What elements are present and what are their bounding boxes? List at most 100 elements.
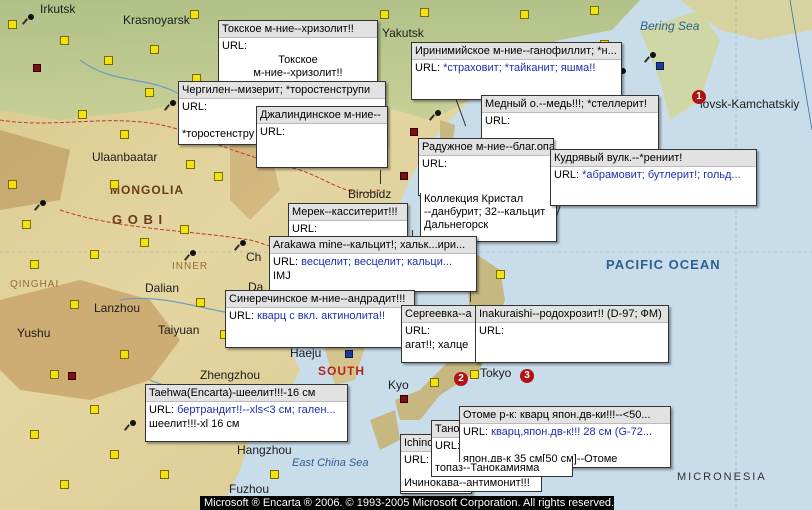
popup-url-row: URL: (482, 113, 658, 129)
url-value[interactable]: *страховит; *тайканит; яшма!! (443, 62, 595, 74)
mineral-marker[interactable] (30, 430, 39, 439)
url-label: URL: (404, 454, 430, 466)
popup-sergeevka[interactable]: Сергеевка--а URL: агат!!; халце (401, 305, 479, 363)
mineral-marker[interactable] (145, 88, 154, 97)
place-pacific-ocean: PACIFIC OCEAN (606, 257, 721, 272)
place-kamchatsky: lovsk-Kamchatskiy (700, 97, 800, 111)
url-value[interactable]: весцелит; весцелит; кальци... (301, 256, 452, 268)
mineral-marker[interactable] (380, 10, 389, 19)
mineral-marker[interactable] (110, 180, 119, 189)
mineral-marker[interactable] (60, 36, 69, 45)
map-pin[interactable] (190, 250, 196, 256)
map-pin[interactable] (130, 420, 136, 426)
mineral-marker[interactable] (140, 238, 149, 247)
mineral-marker[interactable] (590, 6, 599, 15)
map-pin[interactable] (40, 200, 46, 206)
url-label: URL: (405, 325, 431, 337)
map-pin[interactable] (170, 100, 176, 106)
mineral-marker[interactable] (22, 220, 31, 229)
mineral-marker[interactable] (110, 450, 119, 459)
popup-body-line: шеелит!!!-xl 16 см (149, 418, 240, 430)
map-pin[interactable] (28, 14, 34, 20)
number-marker[interactable]: 1 (692, 90, 706, 104)
popup-raduzhnoe[interactable]: Радужное м-ние--благ.опал! URL: (418, 138, 554, 196)
popup-url-row: URL: (476, 323, 668, 339)
mineral-marker[interactable] (186, 160, 195, 169)
mineral-marker[interactable] (150, 45, 159, 54)
mineral-marker[interactable] (270, 470, 279, 479)
popup-inakuraishi[interactable]: Inakuraishi--родохрозит!! (D-97; ФМ) URL… (475, 305, 669, 363)
url-value[interactable]: кварц,япон.дв-к!!! 28 см (G-72... (491, 426, 652, 438)
mineral-marker[interactable] (30, 260, 39, 269)
mineral-marker[interactable] (430, 378, 439, 387)
popup-merek[interactable]: Мерек--касситерит!!! URL: (288, 203, 408, 237)
mineral-marker[interactable] (8, 20, 17, 29)
popup-body-line: Коллекция Кристал (424, 193, 524, 205)
popup-body-line: Токское (278, 54, 318, 66)
popup-url-row: URL: (257, 124, 387, 140)
popup-body-line: IMJ (273, 270, 291, 282)
mineral-marker[interactable] (60, 480, 69, 489)
city-marker (345, 350, 353, 358)
mineral-marker[interactable] (120, 350, 129, 359)
map-pin[interactable] (240, 240, 246, 246)
mineral-marker[interactable] (8, 180, 17, 189)
mineral-marker[interactable] (78, 110, 87, 119)
mineral-marker[interactable] (470, 370, 479, 379)
popup-arakawa[interactable]: Arakawa mine--кальцит!; хальк...ири... U… (269, 236, 477, 292)
map-pin[interactable] (650, 52, 656, 58)
url-label: URL: (273, 256, 299, 268)
url-label: URL: (260, 126, 286, 138)
mineral-marker[interactable] (196, 298, 205, 307)
popup-body-line (460, 440, 670, 453)
popup-dzhalindinskoe[interactable]: Джалиндинское м-ние-- URL: (256, 106, 388, 168)
popup-title: Кудрявый вулк.--*рениит! (551, 150, 756, 167)
mineral-marker[interactable] (496, 270, 505, 279)
place-ch: Ch (246, 250, 262, 264)
popup-tail (380, 170, 381, 184)
popup-otome[interactable]: Отоме р-к: кварц япон.дв-ки!!!--<50... U… (459, 406, 671, 468)
popup-kollektsiya[interactable]: Коллекция Кристал --данбурит; 32--кальци… (420, 193, 557, 242)
place-fuzhou: Fuzhou (229, 482, 270, 496)
number-marker[interactable]: 2 (454, 372, 468, 386)
mineral-marker[interactable] (90, 250, 99, 259)
place-yushu: Yushu (17, 326, 51, 340)
popup-taehwa[interactable]: Taehwa(Encarta)-шеелит!!!-16 см URL: бер… (145, 384, 348, 442)
city-marker (656, 62, 664, 70)
mineral-marker[interactable] (160, 470, 169, 479)
popup-title: Иринимийское м-ние--ганофиллит; *н... (412, 43, 621, 60)
number-marker[interactable]: 3 (520, 369, 534, 383)
city-marker (33, 64, 41, 72)
mineral-marker[interactable] (104, 56, 113, 65)
popup-sinerechenskoe[interactable]: Синеречинское м-ние--андрадит!!! URL: кв… (225, 290, 415, 348)
copyright-bar: Microsoft ® Encarta ® 2006. © 1993-2005 … (200, 496, 614, 510)
mineral-marker[interactable] (180, 225, 189, 234)
mineral-marker[interactable] (70, 300, 79, 309)
mineral-marker[interactable] (214, 172, 223, 181)
url-label: URL: (463, 426, 489, 438)
popup-body-line: --данбурит; 32--кальцит (424, 206, 546, 218)
popup-irinimiyskoe[interactable]: Иринимийское м-ние--ганофиллит; *н... UR… (411, 42, 622, 100)
popup-url-row: URL: *страховит; *тайканит; яшма!! (412, 60, 621, 76)
url-label: URL: (182, 101, 208, 113)
mineral-marker[interactable] (520, 10, 529, 19)
popup-body-line: Дальнегорск (424, 219, 489, 231)
mineral-marker[interactable] (50, 370, 59, 379)
map-pin[interactable] (435, 110, 441, 116)
mineral-marker[interactable] (90, 405, 99, 414)
popup-title: Токское м-ние--хризолит!! (219, 21, 377, 38)
url-value[interactable]: *абрамовит; бутлерит!; гольд... (582, 169, 741, 181)
mineral-marker[interactable] (420, 8, 429, 17)
url-label: URL: (229, 310, 255, 322)
popup-body-line: м-ние--хризолит!! (253, 67, 343, 79)
mineral-marker[interactable] (190, 10, 199, 19)
popup-kudryavy[interactable]: Кудрявый вулк.--*рениит! URL: *абрамовит… (550, 149, 757, 206)
url-label: URL: (485, 115, 511, 127)
place-ulaanbaatar: Ulaanbaatar (92, 150, 158, 164)
popup-url-row: URL: кварц,япон.дв-к!!! 28 см (G-72... (460, 424, 670, 440)
url-value[interactable]: кварц с вкл. актинолита!! (257, 310, 385, 322)
popup-body-line: топаз--Танокамияма (435, 462, 540, 474)
city-marker (68, 372, 76, 380)
url-value[interactable]: бертрандит!!--xls<3 см; гален... (177, 404, 335, 416)
mineral-marker[interactable] (120, 130, 129, 139)
